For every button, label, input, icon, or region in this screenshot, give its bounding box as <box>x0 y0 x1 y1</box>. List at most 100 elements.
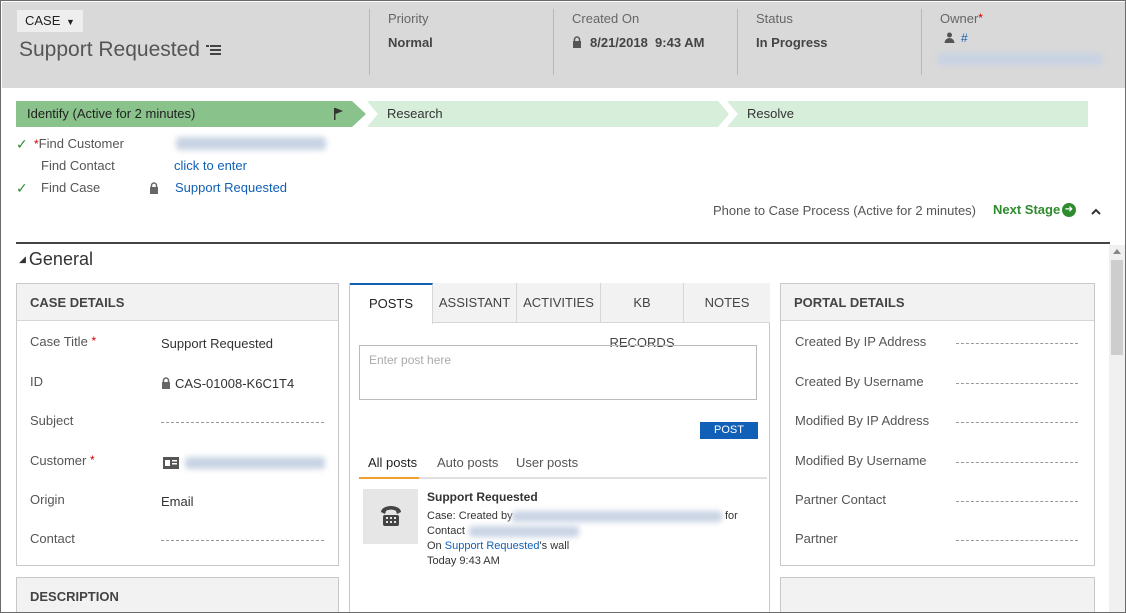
owner-name-redacted <box>938 53 1102 65</box>
lock-icon <box>162 377 170 389</box>
phone-icon <box>381 506 401 526</box>
scroll-up-arrow-icon[interactable] <box>1113 249 1121 254</box>
required-asterisk: * <box>978 11 983 25</box>
checkmark-icon: ✓ <box>16 136 28 152</box>
field-origin[interactable]: Origin Email <box>30 492 335 512</box>
empty-value <box>956 343 1078 344</box>
header-field-created-on: Created On 8/21/2018 9:43 AM <box>553 9 737 75</box>
post-created-by-prefix: Case: Created by <box>427 510 513 522</box>
owner-label-row: Owner* <box>940 11 1121 26</box>
field-partner[interactable]: Partner <box>795 531 1085 551</box>
record-title: Support Requested <box>19 38 200 61</box>
filter-auto-posts[interactable]: Auto posts <box>437 455 498 470</box>
subject-empty-value <box>161 422 324 423</box>
field-created-by-ip[interactable]: Created By IP Address <box>795 334 1085 354</box>
contact-empty-value <box>161 540 324 541</box>
field-id: ID CAS-01008-K6C1T4 <box>30 374 335 394</box>
scrollbar-thumb[interactable] <box>1111 260 1123 355</box>
find-contact-input[interactable]: click to enter <box>174 157 247 175</box>
tab-notes[interactable]: NOTES <box>684 283 770 323</box>
entity-label: CASE <box>25 13 61 28</box>
user-icon <box>944 32 955 43</box>
post-avatar <box>363 489 418 544</box>
field-subject[interactable]: Subject <box>30 413 335 433</box>
find-case-link[interactable]: Support Requested <box>175 179 287 197</box>
field-customer[interactable]: Customer * <box>30 453 335 473</box>
post-input[interactable]: Enter post here <box>359 345 757 400</box>
step-find-contact-label: Find Contact <box>41 158 115 173</box>
filter-all-posts[interactable]: All posts <box>368 455 417 470</box>
filter-active-indicator <box>359 477 419 479</box>
portal-details-title: PORTAL DETAILS <box>781 284 1094 321</box>
list-menu-icon[interactable] <box>206 42 224 58</box>
case-details-title: CASE DETAILS <box>17 284 338 321</box>
header-field-owner[interactable]: Owner* # <box>921 9 1121 75</box>
app-frame: CASE ▼ Support Requested Priority Normal… <box>0 0 1126 613</box>
description-panel: DESCRIPTION <box>16 577 339 612</box>
arrow-right-circle-icon[interactable]: ➜ <box>1062 203 1076 217</box>
partner-label: Partner <box>795 531 838 546</box>
social-pane: POSTS ASSISTANT ACTIVITIES KB RECORDS NO… <box>349 283 770 612</box>
stage-research[interactable]: Research <box>367 101 729 127</box>
stage-identify-label: Identify (Active for 2 minutes) <box>27 106 196 121</box>
tab-kb-records[interactable]: KB RECORDS <box>601 283 684 350</box>
created-by-ip-label: Created By IP Address <box>795 334 927 349</box>
next-stage-button[interactable]: Next Stage <box>993 202 1060 217</box>
filter-user-posts[interactable]: User posts <box>516 455 578 470</box>
tab-activities[interactable]: ACTIVITIES <box>517 283 601 323</box>
step-find-case-label: Find Case <box>41 180 101 195</box>
section-general-header[interactable]: ◢ General <box>19 249 93 270</box>
status-label: Status <box>756 11 793 26</box>
post-wall-link[interactable]: Support Requested <box>445 540 540 552</box>
divider <box>16 242 1110 244</box>
field-case-title[interactable]: Case Title * Support Requested <box>30 334 335 354</box>
post-button[interactable]: POST <box>700 422 758 439</box>
empty-panel <box>780 577 1095 612</box>
chevron-up-icon[interactable] <box>1090 206 1102 216</box>
tab-posts[interactable]: POSTS <box>350 283 433 324</box>
post-title: Support Requested <box>427 490 538 504</box>
lock-icon <box>150 182 158 194</box>
field-partner-contact[interactable]: Partner Contact <box>795 492 1085 512</box>
case-title-label: Case Title <box>30 334 88 349</box>
post-wall-suffix: 's wall <box>539 540 570 552</box>
lock-icon <box>573 36 581 48</box>
header-field-priority[interactable]: Priority Normal <box>369 9 553 75</box>
priority-label: Priority <box>388 11 429 26</box>
post-wall-prefix: On <box>427 540 442 552</box>
checkmark-icon: ✓ <box>16 180 28 196</box>
creator-name-redacted[interactable] <box>512 511 722 522</box>
post-line-created-by: Case: Created by for <box>427 510 767 522</box>
filter-divider <box>359 477 767 479</box>
entity-switcher-button[interactable]: CASE ▼ <box>17 10 83 32</box>
empty-value <box>956 422 1078 423</box>
post-created-by-suffix: for <box>725 510 738 522</box>
field-modified-by-ip[interactable]: Modified By IP Address <box>795 413 1085 433</box>
case-title-value: Support Requested <box>161 336 274 351</box>
contact-name-redacted[interactable] <box>469 526 579 537</box>
field-created-by-username[interactable]: Created By Username <box>795 374 1085 394</box>
vertical-scrollbar[interactable] <box>1109 245 1125 612</box>
step-find-contact: Find Contact click to enter <box>16 157 416 175</box>
field-modified-by-username[interactable]: Modified By Username <box>795 453 1085 473</box>
case-title-label-row: Case Title * <box>30 334 96 349</box>
field-contact[interactable]: Contact <box>30 531 335 551</box>
created-on-label: Created On <box>572 11 640 26</box>
stage-resolve-label: Resolve <box>747 106 794 121</box>
customer-value-redacted[interactable] <box>176 137 326 150</box>
tab-assistant[interactable]: ASSISTANT <box>433 283 517 323</box>
header-field-status[interactable]: Status In Progress <box>737 9 921 75</box>
contact-card-icon <box>163 457 179 469</box>
process-name: Phone to Case Process (Active for 2 minu… <box>713 203 977 218</box>
owner-value-row[interactable]: # <box>940 31 1121 45</box>
origin-label: Origin <box>30 492 65 507</box>
status-value: In Progress <box>756 35 828 50</box>
portal-details-panel: PORTAL DETAILS Created By IP Address Cre… <box>780 283 1095 566</box>
step-find-customer-label: Find Customer <box>38 136 124 151</box>
customer-label: Customer <box>30 453 87 468</box>
empty-value <box>956 501 1078 502</box>
stage-resolve[interactable]: Resolve <box>727 101 1088 127</box>
created-by-username-label: Created By Username <box>795 374 924 389</box>
stage-identify[interactable]: Identify (Active for 2 minutes) <box>16 101 366 127</box>
collapse-triangle-icon: ◢ <box>19 254 26 264</box>
